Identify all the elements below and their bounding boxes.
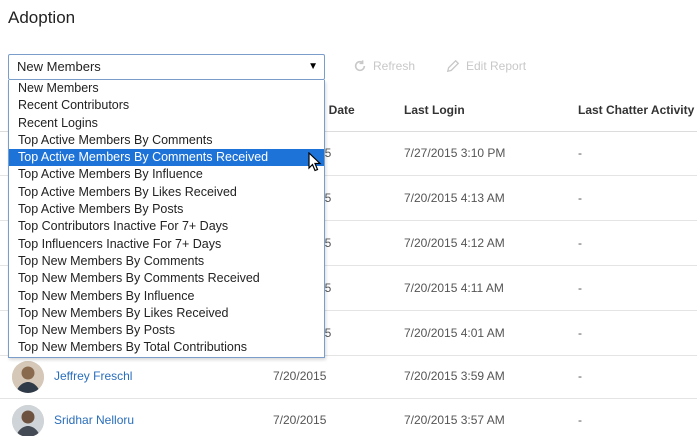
dropdown-option-highlighted[interactable]: Top Active Members By Comments Received [9, 149, 324, 167]
last-activity-cell: - [578, 146, 582, 160]
user-photo-icon [12, 405, 44, 436]
table-row[interactable]: Sridhar Nelloru 7/20/2015 7/20/2015 3:57… [0, 399, 697, 436]
avatar[interactable] [12, 405, 44, 436]
refresh-icon [354, 60, 366, 72]
dropdown-option[interactable]: Top Active Members By Comments [9, 132, 324, 149]
last-activity-cell: - [578, 413, 582, 427]
caret-down-icon[interactable]: ▼ [308, 55, 318, 79]
edit-report-button[interactable]: Edit Report [446, 59, 526, 73]
dropdown-option[interactable]: Top New Members By Likes Received [9, 305, 324, 322]
toolbar: New Members ▼ Refresh Edit Report [8, 54, 697, 80]
dropdown-option[interactable]: Top Active Members By Likes Received [9, 184, 324, 201]
last-login-cell: 7/20/2015 4:13 AM [404, 191, 505, 205]
last-login-cell: 7/20/2015 4:12 AM [404, 236, 505, 250]
last-activity-cell: - [578, 326, 582, 340]
refresh-button[interactable]: Refresh [353, 59, 415, 73]
dropdown-option[interactable]: Top New Members By Posts [9, 322, 324, 339]
dropdown-option[interactable]: Top New Members By Influence [9, 288, 324, 305]
last-login-cell: 7/27/2015 3:10 PM [404, 146, 506, 160]
dropdown-option[interactable]: Top New Members By Comments [9, 253, 324, 270]
refresh-label: Refresh [373, 59, 416, 73]
last-activity-cell: - [578, 236, 582, 250]
user-photo-icon [12, 361, 44, 393]
dropdown-option[interactable]: Top Active Members By Posts [9, 201, 324, 218]
column-header-last-chatter-activity[interactable]: Last Chatter Activity [578, 103, 694, 117]
dropdown-option[interactable]: New Members [9, 80, 324, 97]
dropdown-option[interactable]: Top New Members By Comments Received [9, 270, 324, 287]
last-login-cell: 7/20/2015 4:01 AM [404, 326, 505, 340]
dropdown-option[interactable]: Recent Logins [9, 115, 324, 132]
member-name-link[interactable]: Jeffrey Freschl [54, 369, 132, 383]
dropdown-option[interactable]: Top Active Members By Influence [9, 166, 324, 183]
last-login-cell: 7/20/2015 4:11 AM [404, 281, 504, 295]
created-date-cell: 7/20/2015 [273, 369, 327, 383]
dropdown-option[interactable]: Recent Contributors [9, 97, 324, 114]
avatar[interactable] [12, 361, 44, 393]
member-name-link[interactable]: Sridhar Nelloru [54, 413, 134, 427]
edit-report-label: Edit Report [466, 59, 527, 73]
pencil-icon [446, 59, 460, 73]
last-login-cell: 7/20/2015 3:59 AM [404, 369, 505, 383]
mouse-cursor-icon [308, 152, 322, 172]
last-login-cell: 7/20/2015 3:57 AM [404, 413, 505, 427]
dropdown-option[interactable]: Top Influencers Inactive For 7+ Days [9, 236, 324, 253]
last-activity-cell: - [578, 369, 582, 383]
page-title: Adoption [8, 8, 76, 27]
table-row[interactable]: Jeffrey Freschl 7/20/2015 7/20/2015 3:59… [0, 355, 697, 399]
created-date-cell: 7/20/2015 [273, 413, 327, 427]
column-header-last-login[interactable]: Last Login [404, 103, 465, 117]
report-dropdown-list: New Members Recent Contributors Recent L… [8, 80, 325, 358]
report-select[interactable]: New Members ▼ [8, 54, 325, 80]
dropdown-option[interactable]: Top New Members By Total Contributions [9, 339, 324, 356]
dropdown-option[interactable]: Top Contributors Inactive For 7+ Days [9, 218, 324, 235]
report-select-value: New Members [17, 59, 101, 74]
last-activity-cell: - [578, 191, 582, 205]
last-activity-cell: - [578, 281, 582, 295]
